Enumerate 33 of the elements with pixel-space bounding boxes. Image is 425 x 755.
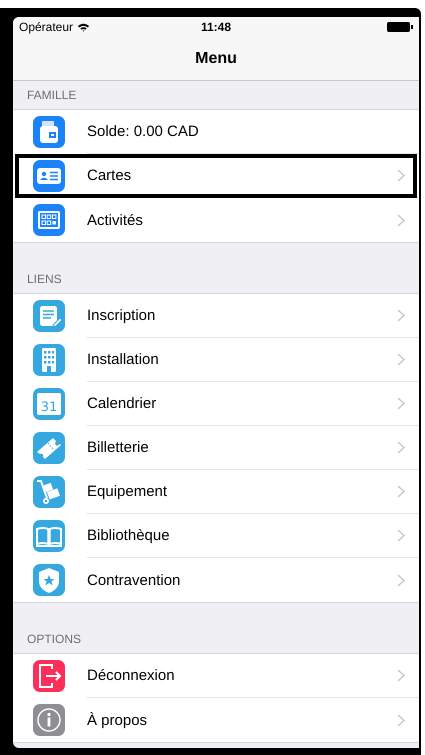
item-label: Activités xyxy=(87,212,143,228)
battery-icon xyxy=(387,22,413,32)
menu-item[interactable]: Solde: 0.00 CAD xyxy=(13,110,419,154)
item-label: À propos xyxy=(87,712,148,728)
menu-item[interactable]: Bibliothèque xyxy=(13,514,419,558)
section-header: LIENS xyxy=(27,272,62,286)
menu-item[interactable]: 31 Calendrier xyxy=(13,382,419,426)
menu-item[interactable]: Déconnexion xyxy=(13,654,419,698)
menu-item[interactable]: Billetterie xyxy=(13,426,419,470)
calendar-icon: 31 xyxy=(33,388,65,420)
nav-title: Menu xyxy=(195,50,237,68)
menu-item[interactable]: Cartes xyxy=(13,154,419,198)
section-header: FAMILLE xyxy=(27,88,76,102)
menu-item[interactable]: Equipement xyxy=(13,470,419,514)
item-label: Cartes xyxy=(87,167,132,184)
menu-item[interactable]: À propos xyxy=(13,698,419,742)
carrier-name: Opérateur xyxy=(19,20,74,34)
wifi-icon xyxy=(77,22,90,32)
item-label: Billetterie xyxy=(87,439,149,456)
menu-item[interactable]: Contravention xyxy=(13,558,419,602)
item-label: Installation xyxy=(87,351,159,368)
menu-item[interactable]: Activités xyxy=(13,198,419,242)
status-time: 11:48 xyxy=(200,20,232,34)
item-label: Solde: 0.00 CAD xyxy=(87,123,199,140)
item-label: Déconnexion xyxy=(87,667,175,684)
item-label: Contravention xyxy=(87,572,180,588)
section-header: OPTIONS xyxy=(27,632,82,646)
item-label: Calendrier xyxy=(87,395,156,412)
menu-item[interactable]: Installation xyxy=(13,338,419,382)
menu-item[interactable]: Inscription xyxy=(13,294,419,338)
item-label: Bibliothèque xyxy=(87,527,170,544)
item-label: Inscription xyxy=(87,307,156,324)
item-label: Equipement xyxy=(87,483,168,500)
